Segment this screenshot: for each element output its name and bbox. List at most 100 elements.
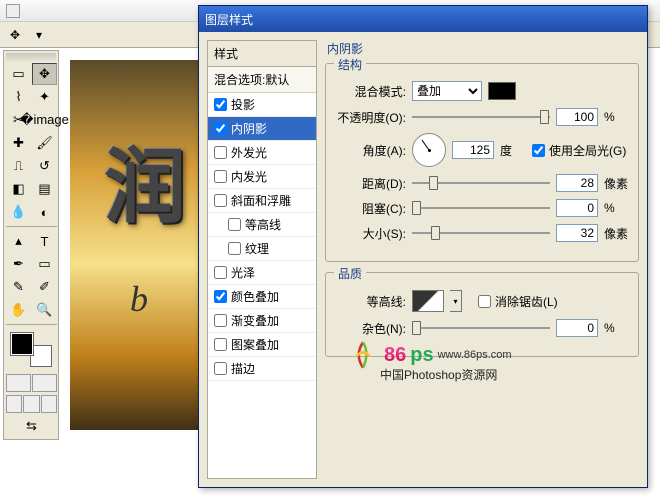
style-checkbox[interactable]: [228, 242, 241, 255]
style-label: 外发光: [231, 144, 267, 161]
opacity-unit: %: [604, 110, 630, 124]
blend-mode-select[interactable]: 叠加: [412, 81, 482, 101]
noise-unit: %: [604, 321, 630, 335]
quickmask-toggle[interactable]: [6, 374, 57, 392]
dialog-title: 图层样式: [205, 11, 253, 28]
pen-tool[interactable]: ✒: [6, 253, 31, 275]
color-swatches[interactable]: [9, 331, 54, 369]
style-row-光泽[interactable]: 光泽: [208, 261, 316, 285]
shape-tool[interactable]: ▭: [32, 253, 57, 275]
quality-legend: 品质: [334, 265, 366, 282]
choke-slider[interactable]: [412, 199, 550, 217]
palette-grip[interactable]: [6, 53, 56, 61]
style-label: 内阴影: [231, 120, 267, 137]
style-row-外发光[interactable]: 外发光: [208, 141, 316, 165]
noise-slider[interactable]: [412, 319, 550, 337]
style-label: 斜面和浮雕: [231, 192, 291, 209]
blend-options-row[interactable]: 混合选项:默认: [208, 67, 316, 93]
style-label: 纹理: [245, 240, 269, 257]
marquee-tool[interactable]: ▭: [6, 63, 31, 85]
script-letter: b: [130, 278, 148, 320]
blend-mode-label: 混合模式:: [334, 83, 406, 100]
settings-panel: 内阴影 结构 混合模式: 叠加 不透明度(O): % 角度(A):: [325, 40, 639, 479]
heal-tool[interactable]: ✚: [6, 132, 31, 154]
dropdown-icon[interactable]: ▾: [30, 26, 48, 44]
gradient-tool[interactable]: ▤: [32, 178, 57, 200]
global-light-input[interactable]: [532, 144, 545, 157]
size-input[interactable]: [556, 224, 598, 242]
angle-label: 角度(A):: [334, 142, 406, 159]
choke-input[interactable]: [556, 199, 598, 217]
style-label: 等高线: [245, 216, 281, 233]
style-row-颜色叠加[interactable]: 颜色叠加: [208, 285, 316, 309]
style-row-描边[interactable]: 描边: [208, 357, 316, 381]
type-tool[interactable]: T: [32, 230, 57, 252]
size-slider[interactable]: [412, 224, 550, 242]
style-checkbox[interactable]: [214, 194, 227, 207]
screenmode-toggle[interactable]: [6, 395, 57, 413]
styles-list: 样式 混合选项:默认 投影内阴影外发光内发光斜面和浮雕等高线纹理光泽颜色叠加渐变…: [207, 40, 317, 479]
dodge-tool[interactable]: ◐: [32, 201, 57, 223]
wand-tool[interactable]: ✦: [32, 86, 57, 108]
dialog-titlebar[interactable]: 图层样式: [199, 6, 647, 32]
noise-input[interactable]: [556, 319, 598, 337]
panel-title: 内阴影: [327, 40, 639, 57]
style-row-渐变叠加[interactable]: 渐变叠加: [208, 309, 316, 333]
style-row-图案叠加[interactable]: 图案叠加: [208, 333, 316, 357]
move-tool[interactable]: ✥: [32, 63, 57, 85]
foreground-swatch[interactable]: [11, 333, 33, 355]
angle-input[interactable]: [452, 141, 494, 159]
contour-preview[interactable]: [412, 290, 444, 312]
style-label: 光泽: [231, 264, 255, 281]
opacity-slider[interactable]: [412, 108, 550, 126]
structure-legend: 结构: [334, 56, 366, 73]
style-row-投影[interactable]: 投影: [208, 93, 316, 117]
style-checkbox[interactable]: [214, 122, 227, 135]
background-swatch[interactable]: [30, 345, 52, 367]
style-checkbox[interactable]: [214, 146, 227, 159]
distance-unit: 像素: [604, 175, 630, 192]
brush-tool[interactable]: 🖌: [32, 132, 57, 154]
global-light-checkbox[interactable]: 使用全局光(G): [532, 142, 626, 159]
jump-icon[interactable]: ⇆: [6, 415, 57, 437]
style-row-等高线[interactable]: 等高线: [208, 213, 316, 237]
hand-tool[interactable]: ✋: [6, 299, 31, 321]
slice-tool[interactable]: �image: [32, 109, 57, 131]
style-row-内发光[interactable]: 内发光: [208, 165, 316, 189]
style-checkbox[interactable]: [214, 266, 227, 279]
notes-tool[interactable]: ✎: [6, 276, 31, 298]
quality-fieldset: 品质 等高线: ▾ 消除锯齿(L) 杂色(N): %: [325, 272, 639, 357]
size-label: 大小(S):: [334, 225, 406, 242]
styles-header[interactable]: 样式: [208, 41, 316, 67]
eyedropper-tool[interactable]: ✐: [32, 276, 57, 298]
path-select-tool[interactable]: ▴: [6, 230, 31, 252]
style-checkbox[interactable]: [214, 170, 227, 183]
style-checkbox[interactable]: [214, 314, 227, 327]
contour-dropdown[interactable]: ▾: [450, 290, 462, 312]
style-checkbox[interactable]: [228, 218, 241, 231]
distance-slider[interactable]: [412, 174, 550, 192]
zoom-tool[interactable]: 🔍: [32, 299, 57, 321]
shadow-color-swatch[interactable]: [488, 82, 516, 100]
stamp-tool[interactable]: ⎍: [6, 155, 31, 177]
style-checkbox[interactable]: [214, 98, 227, 111]
angle-dial[interactable]: [412, 133, 446, 167]
style-row-内阴影[interactable]: 内阴影: [208, 117, 316, 141]
contour-label: 等高线:: [334, 293, 406, 310]
move-tool-icon: ✥: [6, 26, 24, 44]
lasso-tool[interactable]: ⌇: [6, 86, 31, 108]
structure-fieldset: 结构 混合模式: 叠加 不透明度(O): % 角度(A): 度: [325, 63, 639, 262]
opacity-input[interactable]: [556, 108, 598, 126]
antialias-checkbox[interactable]: 消除锯齿(L): [478, 293, 558, 310]
style-row-斜面和浮雕[interactable]: 斜面和浮雕: [208, 189, 316, 213]
style-checkbox[interactable]: [214, 362, 227, 375]
distance-input[interactable]: [556, 174, 598, 192]
style-row-纹理[interactable]: 纹理: [208, 237, 316, 261]
eraser-tool[interactable]: ◧: [6, 178, 31, 200]
history-brush-tool[interactable]: ↺: [32, 155, 57, 177]
antialias-input[interactable]: [478, 295, 491, 308]
style-checkbox[interactable]: [214, 338, 227, 351]
menu-icon[interactable]: [6, 4, 20, 18]
style-checkbox[interactable]: [214, 290, 227, 303]
blur-tool[interactable]: 💧: [6, 201, 31, 223]
